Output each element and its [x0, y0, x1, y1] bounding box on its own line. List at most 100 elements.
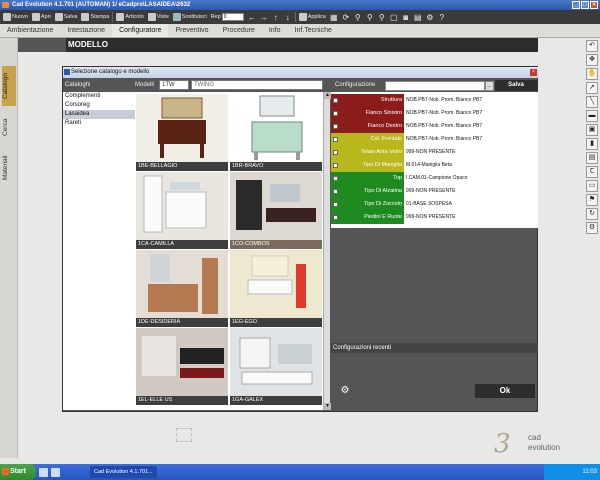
catalog-item-complementi[interactable]: Complementi	[63, 92, 135, 101]
catalog-item-lasaidea[interactable]: Lasaidea	[63, 110, 135, 119]
model-thumb-galex[interactable]: 1GA-GALEX	[230, 328, 322, 405]
line-icon[interactable]: ╲	[586, 96, 598, 108]
config-checkbox[interactable]	[333, 150, 338, 155]
zoom-in-icon[interactable]: ⚲	[365, 12, 375, 22]
rotate-icon[interactable]: ⟳	[341, 12, 351, 22]
move-icon[interactable]: ✥	[586, 54, 598, 66]
snap-icon[interactable]: ▭	[586, 180, 598, 192]
measure-icon[interactable]: ▤	[413, 12, 423, 22]
model-thumb-bellagio[interactable]: 1BE-BELLAGIO	[136, 94, 228, 171]
tab-catalogo[interactable]: Catalogo	[2, 66, 16, 106]
arrow-up-icon[interactable]: ↑	[271, 12, 281, 22]
menu-preventivo[interactable]: Preventivo	[168, 24, 215, 37]
pointer-icon[interactable]: ➚	[586, 82, 598, 94]
maximize-button[interactable]: □	[581, 1, 589, 9]
arrow-down-icon[interactable]: ↓	[283, 12, 293, 22]
zoom-out-icon[interactable]: ⚲	[377, 12, 387, 22]
model-thumb-ego[interactable]: 1EG-EGO	[230, 250, 322, 327]
help-icon[interactable]: ?	[437, 12, 447, 22]
flag-icon[interactable]: ⚑	[586, 194, 598, 206]
config-checkbox[interactable]	[333, 189, 338, 194]
model-code-field[interactable]: 1TW	[159, 80, 189, 90]
menu-procedure[interactable]: Procedure	[216, 24, 262, 37]
close-window-button[interactable]: ×	[590, 1, 598, 9]
salva-toolbar-button[interactable]: Salva	[54, 11, 79, 23]
gear-icon[interactable]: ⚙	[425, 12, 435, 22]
menu-intestazione[interactable]: Intestazione	[60, 24, 112, 37]
menu-configuratore[interactable]: Configuratore	[112, 24, 169, 37]
menu-ambientazione[interactable]: Ambientazione	[0, 24, 60, 37]
text-icon[interactable]: Ꞇ	[586, 166, 598, 178]
zoom-fit-icon[interactable]: ▢	[389, 12, 399, 22]
config-checkbox[interactable]	[333, 137, 338, 142]
model-caption: 1DE-DESIDERIA	[136, 318, 228, 327]
config-checkbox[interactable]	[333, 124, 338, 129]
tab-cerca[interactable]: Cerca	[2, 112, 16, 142]
layers-icon[interactable]: ▤	[586, 152, 598, 164]
config-checkbox[interactable]	[333, 176, 338, 181]
ok-button[interactable]: Ok	[475, 384, 535, 398]
menu-inf-tecniche[interactable]: Inf.Tecniche	[288, 24, 339, 37]
config-checkbox[interactable]	[333, 111, 338, 116]
arrow-left-icon[interactable]: ←	[247, 12, 257, 22]
config-checkbox[interactable]	[333, 202, 338, 207]
viste-button[interactable]: Viste	[147, 11, 170, 23]
scroll-down-icon[interactable]: ▼	[324, 403, 331, 410]
config-row-label: Tipo Di Maniglia	[331, 159, 404, 172]
model-thumb-camilla[interactable]: 1CA-CAMILLA	[136, 172, 228, 249]
configurazione-input[interactable]	[385, 81, 485, 91]
stampa-button[interactable]: Stampa	[80, 11, 110, 23]
articolo-button[interactable]: Articolo	[115, 11, 144, 23]
config-row-tipo-di-zoccolo[interactable]: Tipo Di Zoccolo 01-BASE SOSPESA	[331, 198, 538, 212]
quicklaunch-icon[interactable]	[51, 467, 60, 477]
sostituisci-button[interactable]: Sostituisci	[172, 11, 208, 23]
catalog-item-rareti[interactable]: Rareti	[63, 119, 135, 128]
box-icon[interactable]: ▣	[586, 124, 598, 136]
rep-input[interactable]	[221, 13, 244, 21]
config-row-col-frontale[interactable]: Col. Frontale NOB.PB7-Nob. Prom. Bianco …	[331, 133, 538, 147]
start-button[interactable]: Start	[0, 464, 36, 480]
model-thumb-bravo[interactable]: 1BR-BRAVO	[230, 94, 322, 171]
config-row-fianco-sinistro[interactable]: Fianco Sinistro NOB.PB7-Nob. Prom. Bianc…	[331, 107, 538, 121]
catalog-item-corsoreg[interactable]: Corsoreg	[63, 101, 135, 110]
camera-icon[interactable]: ◙	[401, 12, 411, 22]
model-thumb-desideria[interactable]: 1DE-DESIDERIA	[136, 250, 228, 327]
config-checkbox[interactable]	[333, 163, 338, 168]
browse-button[interactable]: ...	[485, 81, 494, 91]
refresh-icon[interactable]: ↻	[586, 208, 598, 220]
config-row-tipo-di-maniglia[interactable]: Tipo Di Maniglia M.014-Maniglia Beta	[331, 159, 538, 173]
config-checkbox[interactable]	[333, 98, 338, 103]
tab-materiali[interactable]: Materiali	[2, 148, 16, 188]
apri-button[interactable]: Apri	[31, 11, 52, 23]
grid-icon[interactable]: ▦	[329, 12, 339, 22]
undo-icon[interactable]: ↶	[586, 40, 598, 52]
wall-icon[interactable]: ▬	[586, 110, 598, 122]
taskbar-item-cad-evolution[interactable]: Cad Evolution 4.1.701...	[90, 466, 157, 478]
settings-small-icon[interactable]: ⚙	[586, 222, 598, 234]
model-thumb-elle[interactable]: 1EL-ELLE US	[136, 328, 228, 405]
config-row-struttura[interactable]: Struttura NOB.PB7-Nob. Prom. Bianco PB7	[331, 94, 538, 108]
hand-icon[interactable]: ✋	[586, 68, 598, 80]
quicklaunch-icon[interactable]	[39, 467, 48, 477]
model-thumb-combos[interactable]: 1CO-COMBOS	[230, 172, 322, 249]
arrow-right-icon[interactable]: →	[259, 12, 269, 22]
config-row-tipo-di-alzatina[interactable]: Tipo Di Alzatina 999-NON PRESENTE	[331, 185, 538, 199]
zoom-icon[interactable]: ⚲	[353, 12, 363, 22]
minimize-button[interactable]: _	[572, 1, 580, 9]
nuovo-button[interactable]: Nuovo	[2, 11, 29, 23]
model-caption: 1CO-COMBOS	[230, 240, 322, 249]
menu-info[interactable]: Info	[262, 24, 288, 37]
door-icon[interactable]: ▮	[586, 138, 598, 150]
config-row-piedini-e-ruote[interactable]: Piedini E Ruote 999-NON PRESENTE	[331, 211, 538, 225]
salva-button[interactable]: Salva	[495, 80, 537, 91]
config-checkbox[interactable]	[333, 215, 338, 220]
applica-button[interactable]: Applica	[298, 11, 327, 23]
dialog-close-button[interactable]: ×	[530, 69, 537, 76]
config-row-fianco-destro[interactable]: Fianco Destro NOB.PB7-Nob. Prom. Bianco …	[331, 120, 538, 134]
gallery-scrollbar[interactable]: ▲ ▼	[323, 92, 331, 410]
gear-icon[interactable]: ⚙	[339, 385, 351, 397]
config-row-top[interactable]: Top I.CAM.01-Campione Opaco	[331, 172, 538, 186]
config-row-telaio-anta-vetro[interactable]: Telaio Anta Vetro 999-NON PRESENTE	[331, 146, 538, 160]
model-name-field[interactable]: TWING	[191, 80, 323, 90]
scroll-up-icon[interactable]: ▲	[324, 92, 331, 99]
